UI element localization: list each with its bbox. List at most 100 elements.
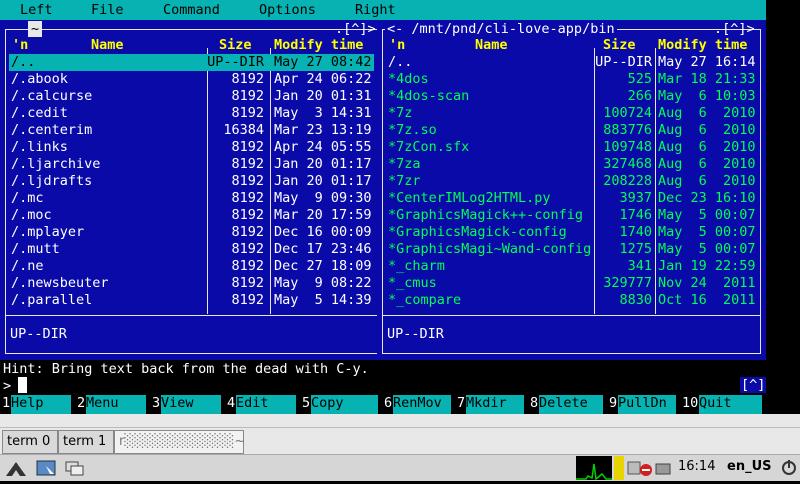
file-row[interactable]: /.mc 8192 May 9 09:30	[9, 190, 374, 207]
file-row[interactable]: /.abook 8192 Apr 24 06:22	[9, 71, 374, 88]
fkey-copy-button[interactable]: Copy	[311, 395, 378, 414]
menu-command[interactable]: Command	[163, 2, 220, 18]
file-row[interactable]: *_charm 341 Jan 19 22:59	[386, 258, 757, 275]
file-row[interactable]: *7zr 208228 Aug 6 2010	[386, 173, 757, 190]
network-status-icon[interactable]	[626, 458, 674, 478]
left-status-sep	[5, 315, 378, 316]
text-cursor[interactable]	[18, 377, 27, 393]
fkey-view-button[interactable]: View	[161, 395, 221, 414]
fkey-menu-button[interactable]: Menu	[86, 395, 146, 414]
file-date: Nov 24 2011	[658, 275, 756, 291]
power-icon[interactable]	[780, 459, 798, 477]
file-date: Aug 6 2010	[658, 139, 756, 155]
file-row[interactable]: *4dos 525 Mar 18 21:33	[386, 71, 757, 88]
file-name: /.mutt	[11, 241, 60, 257]
file-name: /.moc	[11, 207, 52, 223]
terminal-tab-1[interactable]: term 1	[58, 430, 114, 454]
file-manager-icon[interactable]	[36, 458, 58, 478]
file-date: May 5 00:07	[658, 224, 756, 240]
file-row[interactable]: /.links 8192 Apr 24 05:55	[9, 139, 374, 156]
file-row[interactable]: *GraphicsMagick++-config 1746 May 5 00:07	[386, 207, 757, 224]
file-size: 329777	[603, 275, 652, 291]
file-row[interactable]: *_cmus 329777 Nov 24 2011	[386, 275, 757, 292]
right-header-name[interactable]: Name	[475, 37, 508, 53]
file-row[interactable]: /.. UP--DIR May 27 16:14	[386, 54, 757, 71]
fkey-help-button[interactable]: Help	[11, 395, 71, 414]
fkey-quit-button[interactable]: Quit	[699, 395, 762, 414]
file-row[interactable]: /.centerim 16384 Mar 23 13:19	[9, 122, 374, 139]
file-name: *7z.so	[388, 122, 437, 138]
left-header-modify[interactable]: Modify time	[274, 37, 363, 53]
menu-left[interactable]: Left	[20, 2, 53, 18]
clock[interactable]: 16:14	[678, 459, 715, 474]
file-date: Aug 6 2010	[658, 173, 756, 189]
file-row[interactable]: /.ne 8192 Dec 27 18:09	[9, 258, 374, 275]
file-row[interactable]: *7zCon.sfx 109748 Aug 6 2010	[386, 139, 757, 156]
file-date: Mar 23 13:19	[274, 122, 372, 138]
file-row[interactable]: /.mplayer 8192 Dec 16 00:09	[9, 224, 374, 241]
file-row[interactable]: /.mutt 8192 Dec 17 23:46	[9, 241, 374, 258]
fkey-delete-button[interactable]: Delete	[539, 395, 603, 414]
left-header-n[interactable]: 'n	[12, 37, 28, 53]
file-name: /.ne	[11, 258, 44, 274]
menu-right[interactable]: Right	[355, 2, 396, 18]
terminal-tab-2[interactable]: r░░░░░░░░░░░~	[114, 430, 245, 454]
fkey-mkdir-button[interactable]: Mkdir	[466, 395, 524, 414]
file-row[interactable]: *GraphicsMagick-config 1740 May 5 00:07	[386, 224, 757, 241]
file-size: UP--DIR	[595, 54, 652, 70]
file-row[interactable]: /.ljarchive 8192 Jan 20 01:17	[9, 156, 374, 173]
file-date: Mar 18 21:33	[658, 71, 756, 87]
left-panel[interactable]: ~ .[^]> 'n Name Size Modify time /.. UP--…	[0, 20, 383, 360]
file-date: May 9 09:30	[274, 190, 372, 206]
left-header-name[interactable]: Name	[91, 37, 124, 53]
file-size: 1746	[619, 207, 652, 223]
file-row[interactable]: *_compare 8830 Oct 16 2011	[386, 292, 757, 309]
file-row[interactable]: *7z 100724 Aug 6 2010	[386, 105, 757, 122]
file-row[interactable]: /.calcurse 8192 Jan 20 01:31	[9, 88, 374, 105]
file-name: /.newsbeuter	[11, 275, 109, 291]
menu-file[interactable]: File	[91, 2, 124, 18]
file-size: 8192	[231, 139, 264, 155]
right-panel-scroll-marker[interactable]: .[^]>	[714, 21, 755, 37]
file-name: *7zr	[388, 173, 421, 189]
left-header-size[interactable]: Size	[219, 37, 252, 53]
right-header-n[interactable]: 'n	[389, 37, 405, 53]
file-row[interactable]: /.. UP--DIR May 27 08:42	[9, 54, 374, 71]
file-date: May 27 16:14	[658, 54, 756, 70]
file-row[interactable]: *7z.so 883776 Aug 6 2010	[386, 122, 757, 139]
start-menu-icon[interactable]	[4, 458, 28, 478]
fkey-edit-button[interactable]: Edit	[236, 395, 296, 414]
file-size: 8192	[231, 173, 264, 189]
file-row[interactable]: /.newsbeuter 8192 May 9 08:22	[9, 275, 374, 292]
file-row[interactable]: /.cedit 8192 May 3 14:31	[9, 105, 374, 122]
file-name: *GraphicsMagick-config	[388, 224, 567, 240]
left-panel-scroll-marker[interactable]: .[^]>	[335, 21, 376, 37]
system-panel: 16:14 en_US	[0, 454, 800, 481]
file-name: /.abook	[11, 71, 68, 87]
file-size: 525	[627, 71, 652, 87]
cmd-scroll-marker[interactable]: [^]	[740, 377, 767, 393]
right-panel[interactable]: <- /mnt/pnd/cli-love-app/bin .[^]> 'n Na…	[377, 20, 766, 360]
terminal-tab-0[interactable]: term 0	[2, 430, 58, 454]
right-header-modify[interactable]: Modify time	[658, 37, 747, 53]
keyboard-layout[interactable]: en_US	[727, 459, 772, 474]
fkey-pulldn-button[interactable]: PullDn	[618, 395, 676, 414]
file-row[interactable]: *CenterIMLog2HTML.py 3937 Dec 23 16:10	[386, 190, 757, 207]
file-row[interactable]: *4dos-scan 266 May 6 10:03	[386, 88, 757, 105]
show-desktop-icon[interactable]	[64, 458, 86, 478]
right-header-size[interactable]: Size	[603, 37, 636, 53]
file-size: 1740	[619, 224, 652, 240]
menu-options[interactable]: Options	[259, 2, 316, 18]
file-row[interactable]: *GraphicsMagi~Wand-config 1275 May 5 00:07	[386, 241, 757, 258]
file-row[interactable]: /.ljdrafts 8192 Jan 20 01:17	[9, 173, 374, 190]
fkey-renmov-button[interactable]: RenMov	[393, 395, 451, 414]
file-row[interactable]: /.moc 8192 Mar 20 17:59	[9, 207, 374, 224]
left-panel-tab[interactable]: ~	[28, 21, 43, 37]
file-date: Aug 6 2010	[658, 105, 756, 121]
file-date: Jan 19 22:59	[658, 258, 756, 274]
file-row[interactable]: *7za 327468 Aug 6 2010	[386, 156, 757, 173]
file-name: /..	[11, 54, 36, 70]
right-panel-path[interactable]: <- /mnt/pnd/cli-love-app/bin	[385, 21, 617, 37]
file-row[interactable]: /.parallel 8192 May 5 14:39	[9, 292, 374, 309]
file-name: /.mplayer	[11, 224, 85, 240]
